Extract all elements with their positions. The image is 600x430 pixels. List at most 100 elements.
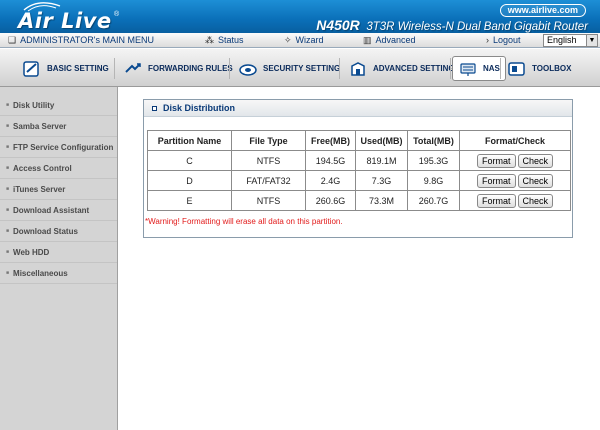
tab-basic-setting[interactable]: BASIC SETTING <box>16 56 115 81</box>
check-button[interactable]: Check <box>517 153 554 168</box>
total-space: 9.8G <box>407 170 460 191</box>
main-content: Disk Distribution Partition Name File Ty… <box>119 87 600 430</box>
sidebar-item-web-hdd[interactable]: ■ Web HDD <box>0 242 117 263</box>
menu-advanced-label: Advanced <box>375 35 416 45</box>
tab-security-setting-label: SECURITY SETTING <box>263 64 341 73</box>
menu-status[interactable]: ⁂ Status <box>205 33 244 48</box>
total-space: 260.7G <box>407 190 460 211</box>
table-row: D FAT/FAT32 2.4G 7.3G 9.8G Format Check <box>147 170 571 191</box>
used-space: 73.3M <box>355 190 408 211</box>
partition-table: Partition Name File Type Free(MB) Used(M… <box>147 130 571 211</box>
site-url-link[interactable]: www.airlive.com <box>499 4 586 17</box>
tab-divider <box>114 58 115 79</box>
menu-wizard-label: Wizard <box>295 35 324 45</box>
tab-toolbox[interactable]: TOOLBOX <box>501 56 577 81</box>
tab-basic-setting-label: BASIC SETTING <box>47 64 109 73</box>
bullet-icon: ■ <box>6 228 10 234</box>
sidebar-item-itunes-server[interactable]: ■ iTunes Server <box>0 179 117 200</box>
column-header: Total(MB) <box>407 130 460 151</box>
tab-toolbox-label: TOOLBOX <box>532 64 572 73</box>
sidebar-item-label: iTunes Server <box>13 184 66 194</box>
bullet-icon: ■ <box>6 270 10 276</box>
sidebar-item-miscellaneous[interactable]: ■ Miscellaneous <box>0 263 117 284</box>
partition-name: C <box>147 150 232 171</box>
sidebar-item-download-assistant[interactable]: ■ Download Assistant <box>0 200 117 221</box>
header-bar: Air Live ® www.airlive.com N450R 3T3R Wi… <box>0 0 600 33</box>
tab-strip: BASIC SETTING FORWARDING RULES SECURITY … <box>0 49 600 87</box>
check-button[interactable]: Check <box>517 173 554 188</box>
sidebar-item-download-status[interactable]: ■ Download Status <box>0 221 117 242</box>
free-space: 194.5G <box>305 150 356 171</box>
tab-nas[interactable]: NAS <box>452 56 506 81</box>
security-setting-icon <box>239 63 257 76</box>
column-header: Free(MB) <box>305 130 356 151</box>
format-button[interactable]: Format <box>476 153 516 168</box>
partition-name: E <box>147 190 232 211</box>
format-button[interactable]: Format <box>476 173 516 188</box>
brand-name: Air Live <box>18 9 112 33</box>
tab-forwarding-rules[interactable]: FORWARDING RULES <box>117 56 239 81</box>
admin-main-menu[interactable]: ❑ ADMINISTRATOR's MAIN MENU <box>8 33 154 48</box>
table-header-row: Partition Name File Type Free(MB) Used(M… <box>147 130 571 151</box>
airlive-logo: Air Live ® <box>12 2 122 33</box>
sidebar-item-label: Disk Utility <box>13 100 55 110</box>
tab-divider <box>339 58 340 79</box>
column-header: Partition Name <box>147 130 232 151</box>
format-button[interactable]: Format <box>476 193 516 208</box>
basic-setting-icon <box>23 60 39 77</box>
menu-logout-label: Logout <box>493 35 521 45</box>
menu-status-label: Status <box>218 35 244 45</box>
bullet-icon: ■ <box>6 165 10 171</box>
sidebar-item-ftp-service[interactable]: ■ FTP Service Configuration <box>0 137 117 158</box>
bullet-icon: ■ <box>6 186 10 192</box>
panel-title: Disk Distribution <box>163 103 236 113</box>
sidebar-item-disk-utility[interactable]: ■ Disk Utility <box>0 95 117 116</box>
check-button[interactable]: Check <box>517 193 554 208</box>
tab-divider <box>229 58 230 79</box>
square-bullet-icon <box>152 105 157 111</box>
nas-icon <box>460 62 476 76</box>
nas-sidebar: ■ Disk Utility ■ Samba Server ■ FTP Service… <box>0 87 118 430</box>
product-title: N450R 3T3R Wireless-N Dual Band Gigabit … <box>316 17 588 33</box>
advanced-setting-icon <box>351 61 365 76</box>
logout-arrow-icon: › <box>486 35 489 45</box>
sidebar-item-label: Access Control <box>13 163 72 173</box>
menu-logout[interactable]: › Logout <box>486 33 521 48</box>
language-select-value: English <box>547 35 577 45</box>
square-bullet-icon: ❑ <box>8 35 17 45</box>
partition-name: D <box>147 170 232 191</box>
admin-main-menu-label: ADMINISTRATOR's MAIN MENU <box>20 35 154 45</box>
used-space: 819.1M <box>355 150 408 171</box>
used-space: 7.3G <box>355 170 408 191</box>
tab-advanced-setting-label: ADVANCED SETTING <box>373 64 455 73</box>
language-select[interactable]: English ▼ <box>543 34 598 47</box>
disk-distribution-panel: Disk Distribution Partition Name File Ty… <box>143 99 573 238</box>
bullet-icon: ■ <box>6 207 10 213</box>
panel-header: Disk Distribution <box>144 100 572 117</box>
total-space: 195.3G <box>407 150 460 171</box>
sidebar-item-label: Web HDD <box>13 247 50 257</box>
format-check-cell: Format Check <box>459 170 571 191</box>
menu-advanced[interactable]: ▥ Advanced <box>363 33 416 48</box>
column-header: Used(MB) <box>355 130 408 151</box>
bullet-icon: ■ <box>6 144 10 150</box>
menu-wizard[interactable]: ✧ Wizard <box>284 33 324 48</box>
free-space: 260.6G <box>305 190 356 211</box>
sidebar-item-label: Miscellaneous <box>13 268 68 278</box>
bullet-icon: ■ <box>6 123 10 129</box>
toolbox-icon <box>508 61 525 76</box>
main-menu-bar: ❑ ADMINISTRATOR's MAIN MENU ⁂ Status ✧ Wiza… <box>0 33 600 48</box>
registered-mark: ® <box>114 11 120 18</box>
free-space: 2.4G <box>305 170 356 191</box>
wizard-wand-icon: ✧ <box>284 35 292 45</box>
sidebar-item-samba-server[interactable]: ■ Samba Server <box>0 116 117 137</box>
tab-advanced-setting[interactable]: ADVANCED SETTING <box>342 56 461 81</box>
chevron-down-icon[interactable]: ▼ <box>586 35 597 46</box>
advanced-icon: ▥ <box>363 35 372 45</box>
tab-divider <box>450 58 451 79</box>
product-model: N450R <box>316 17 360 33</box>
tab-security-setting[interactable]: SECURITY SETTING <box>232 56 346 81</box>
format-warning-text: *Warning! Formatting will erase all data… <box>145 217 343 226</box>
sidebar-item-access-control[interactable]: ■ Access Control <box>0 158 117 179</box>
column-header: Format/Check <box>459 130 571 151</box>
